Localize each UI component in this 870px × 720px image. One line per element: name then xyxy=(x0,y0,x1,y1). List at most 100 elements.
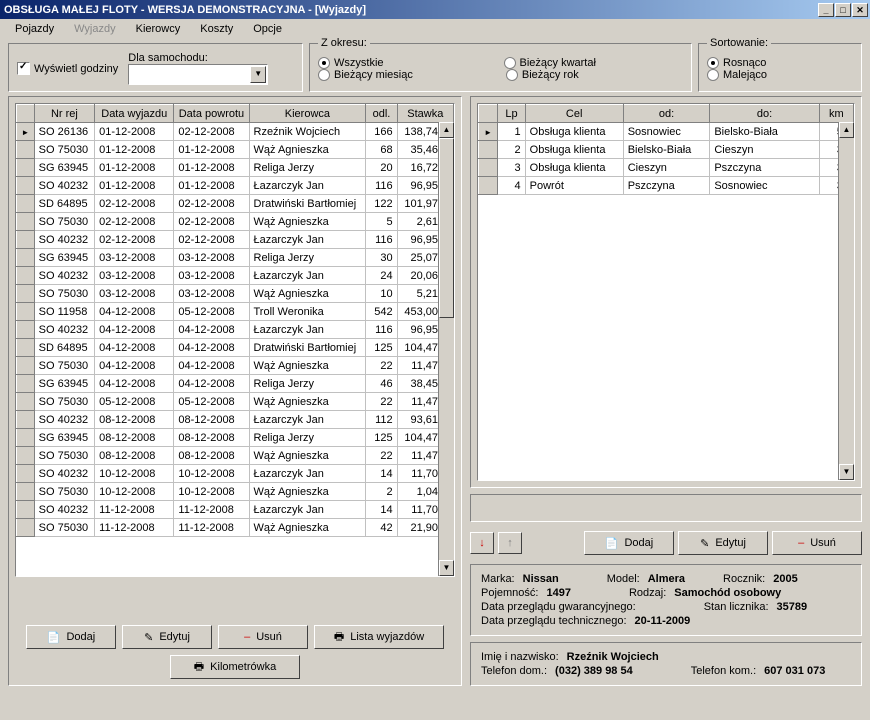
scroll-down-icon[interactable]: ▼ xyxy=(839,464,854,480)
radio-icon xyxy=(318,69,330,81)
scrollbar[interactable]: ▲ ▼ xyxy=(838,122,854,480)
trips-list-button[interactable]: 🖶Lista wyjazdów xyxy=(314,625,444,649)
table-row[interactable]: SO 1195804-12-200805-12-2008Troll Weroni… xyxy=(17,303,454,321)
table-row[interactable]: SO 4023201-12-200801-12-2008Łazarczyk Ja… xyxy=(17,177,454,195)
stop-delete-button[interactable]: ‒Usuń xyxy=(772,531,862,555)
chevron-down-icon[interactable]: ▼ xyxy=(250,66,266,83)
move-up-button[interactable]: ↑ xyxy=(498,532,522,554)
col-dep[interactable]: Data wyjazdu xyxy=(95,105,174,123)
table-row[interactable]: SO 4023208-12-200808-12-2008Łazarczyk Ja… xyxy=(17,411,454,429)
menu-kierowcy[interactable]: Kierowcy xyxy=(130,22,187,36)
radio-desc[interactable]: Malejąco xyxy=(707,69,853,81)
table-row[interactable]: SO 7503005-12-200805-12-2008Wąż Agnieszk… xyxy=(17,393,454,411)
trips-panel: Nr rej Data wyjazdu Data powrotu Kierowc… xyxy=(8,96,462,686)
status-panel xyxy=(470,494,862,522)
table-row[interactable]: SO 7503002-12-200802-12-2008Wąż Agnieszk… xyxy=(17,213,454,231)
stops-grid[interactable]: Lp Cel od: do: km 1Obsługa klientaSosnow… xyxy=(477,103,855,481)
menu-koszty[interactable]: Koszty xyxy=(194,22,239,36)
radio-quarter[interactable]: Bieżący kwartał xyxy=(504,57,596,69)
print-icon: 🖶 xyxy=(334,628,344,647)
col-drv[interactable]: Kierowca xyxy=(249,105,366,123)
vehicle-filter-group: Wyświetl godziny Dla samochodu: ▼ xyxy=(8,43,303,92)
table-row[interactable]: SG 6394501-12-200801-12-2008Religa Jerzy… xyxy=(17,159,454,177)
print-icon: 🖶 xyxy=(194,658,204,677)
menubar: Pojazdy Wyjazdy Kierowcy Koszty Opcje xyxy=(0,19,870,39)
table-row[interactable]: SO 7503004-12-200804-12-2008Wąż Agnieszk… xyxy=(17,357,454,375)
scroll-thumb[interactable] xyxy=(439,138,454,318)
table-row[interactable]: 4PowrótPszczynaSosnowiec38 xyxy=(479,177,854,195)
driver-info: Imię i nazwisko:Rzeźnik Wojciech Telefon… xyxy=(470,642,862,686)
col-km[interactable]: km xyxy=(819,105,853,123)
col-rate[interactable]: Stawka xyxy=(397,105,453,123)
vehicle-info: Marka:Nissan Model:Almera Rocznik:2005 P… xyxy=(470,564,862,636)
radio-asc[interactable]: Rosnąco xyxy=(707,57,853,69)
col-do[interactable]: do: xyxy=(710,105,819,123)
mileage-button[interactable]: 🖶Kilometrówka xyxy=(170,655,300,679)
col-od[interactable]: od: xyxy=(623,105,710,123)
checkbox-icon xyxy=(17,62,30,75)
vehicle-combo[interactable]: ▼ xyxy=(128,64,268,85)
radio-icon xyxy=(506,69,518,81)
show-hours-checkbox[interactable]: Wyświetl godziny xyxy=(17,62,118,75)
radio-month[interactable]: Bieżący miesiąc xyxy=(318,69,413,81)
table-row[interactable]: 3Obsługa klientaCieszynPszczyna38 xyxy=(479,159,854,177)
menu-wyjazdy[interactable]: Wyjazdy xyxy=(68,22,121,36)
table-row[interactable]: SO 7503011-12-200811-12-2008Wąż Agnieszk… xyxy=(17,519,454,537)
maximize-icon[interactable]: □ xyxy=(835,3,851,17)
table-row[interactable]: SG 6394503-12-200803-12-2008Religa Jerzy… xyxy=(17,249,454,267)
menu-pojazdy[interactable]: Pojazdy xyxy=(9,22,60,36)
table-row[interactable]: SD 6489504-12-200804-12-2008Dratwiński B… xyxy=(17,339,454,357)
table-row[interactable]: SO 4023211-12-200811-12-2008Łazarczyk Ja… xyxy=(17,501,454,519)
add-button[interactable]: 📄Dodaj xyxy=(26,625,116,649)
table-row[interactable]: 1Obsługa klientaSosnowiecBielsko-Biała56 xyxy=(479,123,854,141)
table-row[interactable]: SO 4023204-12-200804-12-2008Łazarczyk Ja… xyxy=(17,321,454,339)
edit-button[interactable]: ✎Edytuj xyxy=(122,625,212,649)
close-icon[interactable]: ✕ xyxy=(852,3,868,17)
radio-icon xyxy=(318,57,330,69)
table-row[interactable]: SG 6394504-12-200804-12-2008Religa Jerzy… xyxy=(17,375,454,393)
minimize-icon[interactable]: _ xyxy=(818,3,834,17)
delete-button[interactable]: ‒Usuń xyxy=(218,625,308,649)
table-row[interactable]: SO 4023210-12-200810-12-2008Łazarczyk Ja… xyxy=(17,465,454,483)
table-row[interactable]: SO 7503003-12-200803-12-2008Wąż Agnieszk… xyxy=(17,285,454,303)
radio-year[interactable]: Bieżący rok xyxy=(506,69,579,81)
table-row[interactable]: SO 4023202-12-200802-12-2008Łazarczyk Ja… xyxy=(17,231,454,249)
table-row[interactable]: SG 6394508-12-200808-12-2008Religa Jerzy… xyxy=(17,429,454,447)
scroll-down-icon[interactable]: ▼ xyxy=(439,560,454,576)
table-row[interactable]: SD 6489502-12-200802-12-2008Dratwiński B… xyxy=(17,195,454,213)
titlebar: OBSŁUGA MAŁEJ FLOTY - WERSJA DEMONSTRACY… xyxy=(0,0,870,19)
for-vehicle-label: Dla samochodu: xyxy=(128,52,268,64)
radio-icon xyxy=(504,57,516,69)
scrollbar[interactable]: ▲ ▼ xyxy=(438,122,454,576)
edit-icon: ✎ xyxy=(144,631,153,644)
scroll-up-icon[interactable]: ▲ xyxy=(839,122,854,138)
add-icon: 📄 xyxy=(605,537,619,550)
sort-group: Rosnąco Malejąco xyxy=(698,43,862,92)
col-lp[interactable]: Lp xyxy=(498,105,525,123)
window-title: OBSŁUGA MAŁEJ FLOTY - WERSJA DEMONSTRACY… xyxy=(4,4,818,16)
delete-icon: ‒ xyxy=(244,631,250,643)
table-row[interactable]: SO 7503008-12-200808-12-2008Wąż Agnieszk… xyxy=(17,447,454,465)
stop-edit-button[interactable]: ✎Edytuj xyxy=(678,531,768,555)
col-ret[interactable]: Data powrotu xyxy=(174,105,249,123)
add-icon: 📄 xyxy=(47,631,61,644)
col-dist[interactable]: odl. xyxy=(366,105,397,123)
table-row[interactable]: SO 7503010-12-200810-12-2008Wąż Agnieszk… xyxy=(17,483,454,501)
radio-icon xyxy=(707,69,719,81)
stops-panel: Lp Cel od: do: km 1Obsługa klientaSosnow… xyxy=(470,96,862,488)
move-down-button[interactable]: ↓ xyxy=(470,532,494,554)
trips-grid[interactable]: Nr rej Data wyjazdu Data powrotu Kierowc… xyxy=(15,103,455,577)
delete-icon: ‒ xyxy=(798,537,804,549)
menu-opcje[interactable]: Opcje xyxy=(247,22,288,36)
col-cel[interactable]: Cel xyxy=(525,105,623,123)
scroll-up-icon[interactable]: ▲ xyxy=(439,122,454,138)
radio-icon xyxy=(707,57,719,69)
table-row[interactable]: 2Obsługa klientaBielsko-BiałaCieszyn34 xyxy=(479,141,854,159)
table-row[interactable]: SO 2613601-12-200802-12-2008Rzeźnik Wojc… xyxy=(17,123,454,141)
table-row[interactable]: SO 7503001-12-200801-12-2008Wąż Agnieszk… xyxy=(17,141,454,159)
stop-add-button[interactable]: 📄Dodaj xyxy=(584,531,674,555)
edit-icon: ✎ xyxy=(700,537,709,550)
col-nr[interactable]: Nr rej xyxy=(34,105,95,123)
table-row[interactable]: SO 4023203-12-200803-12-2008Łazarczyk Ja… xyxy=(17,267,454,285)
radio-all[interactable]: Wszystkie xyxy=(318,57,384,69)
